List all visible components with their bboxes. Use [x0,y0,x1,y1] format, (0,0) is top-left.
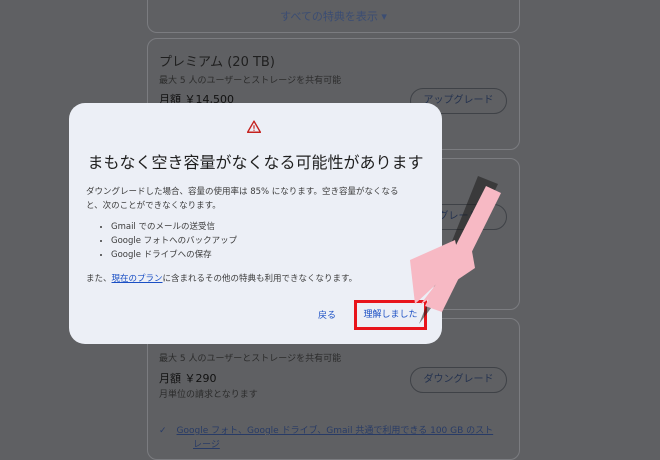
pointer-arrow-annotation [410,176,501,324]
